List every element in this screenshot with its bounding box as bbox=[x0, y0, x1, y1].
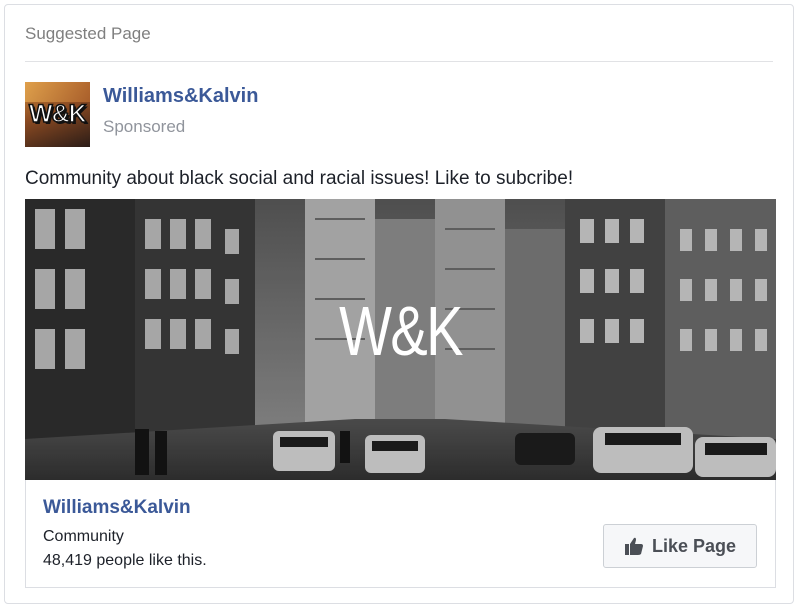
footer-page-name-link[interactable]: Williams&Kalvin bbox=[43, 497, 191, 519]
post-text: Community about black social and racial … bbox=[25, 168, 574, 189]
suggested-page-label: Suggested Page bbox=[25, 24, 151, 43]
post-image[interactable]: W&K bbox=[25, 199, 776, 480]
avatar-logo-text: W&K bbox=[28, 99, 87, 129]
sponsored-label[interactable]: Sponsored bbox=[103, 117, 185, 137]
thumbs-up-icon bbox=[624, 537, 643, 555]
page-name-link[interactable]: Williams&Kalvin bbox=[103, 85, 258, 108]
page-attachment-footer[interactable]: Williams&Kalvin Community 48,419 people … bbox=[25, 480, 776, 588]
divider bbox=[25, 61, 773, 62]
footer-likes-count: 48,419 people like this. bbox=[43, 552, 207, 569]
footer-category: Community bbox=[43, 528, 124, 545]
like-page-label: Like Page bbox=[651, 535, 737, 556]
image-logo-text: W&K bbox=[339, 292, 463, 370]
like-page-button[interactable]: Like Page bbox=[603, 524, 757, 568]
suggested-page-card: Suggested Page W&K Williams&Kalvin Spons… bbox=[4, 4, 794, 604]
page-avatar[interactable]: W&K bbox=[25, 82, 90, 147]
